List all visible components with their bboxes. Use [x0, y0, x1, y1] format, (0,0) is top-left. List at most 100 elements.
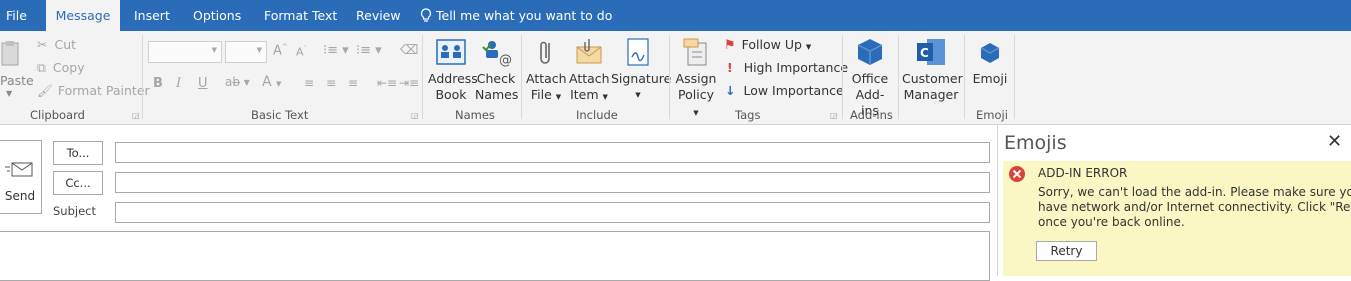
signature-label: Signature — [611, 71, 672, 86]
subject-label: Subject — [53, 204, 96, 218]
high-importance-label: High Importance — [743, 60, 849, 75]
send-label: Send — [4, 189, 36, 203]
cut-button[interactable]: ✂ Cut — [37, 37, 76, 52]
emoji-icon — [980, 43, 1000, 63]
divider — [142, 35, 143, 119]
font-color-label: A — [262, 74, 272, 90]
attach-item-label-2: Item — [570, 87, 599, 102]
attach-file-label-2: File — [530, 87, 552, 102]
font-color-button[interactable]: A ▼ — [262, 74, 281, 90]
office-addins-button[interactable]: Office Add-ins — [847, 37, 893, 119]
to-field[interactable] — [115, 142, 990, 163]
check-names-label-1: Check — [476, 71, 516, 86]
customer-manager-label-2: Manager — [903, 87, 959, 102]
attach-item-button[interactable]: Attach Item ▼ — [569, 37, 610, 105]
align-center-icon[interactable]: ≡ — [326, 76, 336, 90]
addins-group-label: Add-ins — [850, 108, 893, 122]
down-arrow-icon: ↓ — [725, 83, 736, 98]
numbering-icon[interactable]: ⁝≡ ▾ — [356, 43, 382, 58]
chevron-down-icon: ▼ — [805, 43, 812, 51]
follow-up-label: Follow Up — [741, 37, 802, 52]
clear-formatting-icon[interactable]: ⌫ — [400, 43, 418, 58]
customer-manager-button[interactable]: C Customer Manager — [902, 37, 963, 103]
attach-file-label-1: Attach — [526, 71, 567, 86]
include-group-label: Include — [576, 108, 618, 122]
tab-options[interactable]: Options — [193, 0, 241, 31]
tags-group-label: Tags — [735, 108, 761, 122]
address-book-label-2: Book — [435, 87, 467, 102]
format-painter-button[interactable]: 🖌 Format Painter — [37, 83, 150, 99]
address-book-button[interactable]: Address Book — [428, 37, 478, 103]
paste-icon — [1, 41, 19, 66]
italic-button[interactable]: I — [176, 76, 181, 91]
paste-button[interactable]: Paste ▼ — [0, 37, 34, 103]
attach-item-label-1: Attach — [569, 71, 610, 86]
bullets-icon[interactable]: ⁝≡ ▾ — [323, 43, 349, 58]
tab-insert[interactable]: Insert — [134, 0, 170, 31]
divider — [669, 35, 670, 119]
dialog-launcher-icon[interactable]: ◲ — [132, 111, 140, 120]
ribbon: Paste ▼ ✂ Cut ⧉ Copy 🖌 Format Painter Cl… — [0, 31, 1351, 125]
tab-file[interactable]: File — [6, 0, 27, 31]
send-button[interactable]: Send — [0, 140, 42, 214]
divider — [898, 35, 899, 119]
lightbulb-icon — [420, 8, 432, 22]
dialog-launcher-icon[interactable]: ◲ — [411, 111, 419, 120]
basic-text-group-label: Basic Text — [251, 108, 309, 122]
font-name-dropdown[interactable]: ▼ — [148, 41, 222, 63]
assign-policy-icon — [683, 38, 707, 66]
highlight-icon[interactable]: ab̶ ▾ — [225, 75, 250, 89]
format-painter-label: Format Painter — [57, 83, 150, 98]
high-importance-button[interactable]: ! High Importance — [727, 60, 848, 75]
align-right-icon[interactable]: ≡ — [348, 76, 358, 90]
shrink-font-icon[interactable]: Aˇ — [296, 45, 307, 59]
tab-format-text[interactable]: Format Text — [264, 0, 337, 31]
align-left-icon[interactable]: ≡ — [304, 76, 314, 90]
tell-me-search[interactable]: Tell me what you want to do — [420, 0, 612, 31]
to-button[interactable]: To... — [53, 141, 103, 165]
send-envelope-icon — [5, 162, 33, 177]
signature-button[interactable]: Signature ▼ — [611, 37, 672, 103]
underline-button[interactable]: U — [198, 76, 208, 91]
divider — [964, 35, 965, 119]
divider — [422, 35, 423, 119]
emoji-label: Emoji — [972, 71, 1008, 86]
emoji-group-label: Emoji — [976, 108, 1008, 122]
tab-message[interactable]: Message — [46, 0, 120, 31]
copy-label: Copy — [52, 60, 85, 75]
ribbon-tab-bar: File Message Insert Options Format Text … — [0, 0, 1351, 31]
low-importance-button[interactable]: ↓ Low Importance — [725, 83, 844, 98]
check-names-button[interactable]: @ Check Names — [475, 37, 519, 103]
cc-button[interactable]: Cc... — [53, 171, 103, 195]
decrease-indent-icon[interactable]: ⇤≡ — [377, 76, 397, 90]
subject-field[interactable] — [115, 202, 990, 223]
flag-icon: ⚑ — [724, 38, 736, 53]
copy-icon: ⧉ — [37, 60, 46, 75]
cc-field[interactable] — [115, 172, 990, 193]
bold-button[interactable]: B — [153, 76, 163, 91]
font-size-dropdown[interactable]: ▼ — [225, 41, 267, 63]
follow-up-button[interactable]: ⚑ Follow Up ▼ — [724, 37, 811, 53]
tab-review[interactable]: Review — [356, 0, 401, 31]
dialog-launcher-icon[interactable]: ◲ — [830, 111, 838, 120]
check-names-label-2: Names — [475, 87, 519, 102]
address-book-label-1: Address — [428, 71, 478, 86]
divider — [842, 35, 843, 119]
cut-label: Cut — [54, 37, 77, 52]
attach-file-button[interactable]: Attach File ▼ — [526, 37, 567, 105]
grow-font-icon[interactable]: A^ — [273, 43, 288, 58]
tell-me-text: Tell me what you want to do — [436, 8, 613, 23]
close-icon[interactable]: ✕ — [1327, 131, 1342, 152]
emoji-pane-title: Emojis — [1004, 132, 1067, 154]
copy-button[interactable]: ⧉ Copy — [37, 60, 85, 76]
increase-indent-icon[interactable]: ⇥≡ — [399, 76, 419, 90]
addin-error-panel: ADD-IN ERROR Sorry, we can't load the ad… — [1003, 161, 1351, 276]
retry-button[interactable]: Retry — [1036, 241, 1097, 261]
svg-text:C: C — [920, 46, 929, 60]
emoji-button[interactable]: Emoji — [970, 37, 1010, 87]
assign-policy-button[interactable]: Assign Policy ▼ — [674, 37, 718, 121]
message-body[interactable] — [0, 231, 990, 281]
customer-manager-icon: C — [917, 39, 945, 65]
error-title: ADD-IN ERROR — [1038, 166, 1128, 180]
names-group-label: Names — [455, 108, 495, 122]
